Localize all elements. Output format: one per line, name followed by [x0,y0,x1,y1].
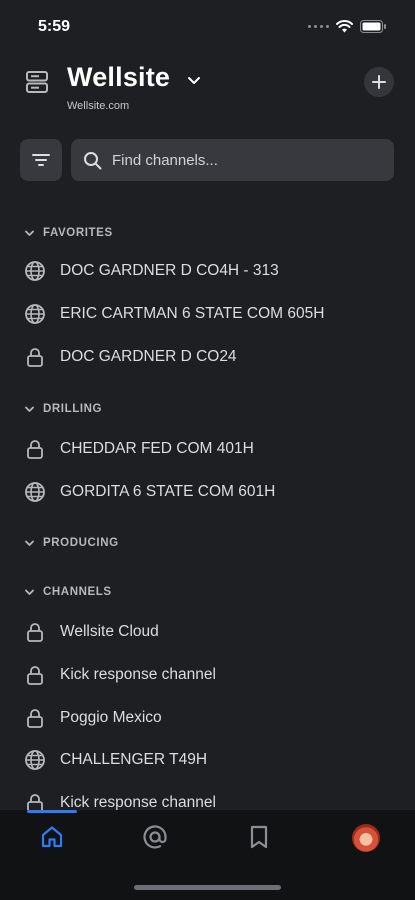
lock-icon [24,792,46,810]
filter-icon [32,154,50,166]
channel-list[interactable]: FAVORITES DOC GARDNER D CO4H - 313 ERIC … [0,205,415,810]
channel-item[interactable]: CHEDDAR FED COM 401H [0,429,415,469]
home-indicator [134,885,281,890]
lock-icon [24,438,46,460]
chevron-down-icon[interactable] [186,72,202,88]
section-header-channels[interactable]: CHANNELS [0,580,415,604]
channel-item[interactable]: DOC GARDNER D CO4H - 313 [0,251,415,291]
channel-label: Poggio Mexico [60,709,162,726]
status-bar: 5:59 [0,0,415,52]
server-icon[interactable] [25,70,49,94]
globe-icon [24,749,46,771]
search-placeholder: Find channels... [112,151,218,169]
lock-icon [24,707,46,729]
section-label: PRODUCING [43,537,119,549]
channel-item[interactable]: CHALLENGER T49H [0,740,415,780]
add-button[interactable] [364,67,394,97]
channel-item[interactable]: Wellsite Cloud [0,612,415,652]
chevron-down-icon [25,540,34,546]
section-header-producing[interactable]: PRODUCING [0,531,415,555]
section-label: DRILLING [43,403,103,415]
globe-icon [24,481,46,503]
channel-label: ERIC CARTMAN 6 STATE COM 605H [60,305,325,322]
search-input[interactable]: Find channels... [71,139,394,181]
channel-label: Kick response channel [60,794,216,810]
channel-label: DOC GARDNER D CO4H - 313 [60,262,279,279]
channel-label: GORDITA 6 STATE COM 601H [60,483,276,500]
tab-mentions[interactable] [140,822,170,852]
active-tab-indicator [27,810,77,813]
team-url: Wellsite.com [67,100,130,112]
status-indicators [308,19,387,33]
section-label: CHANNELS [43,586,112,598]
lock-icon [24,346,46,368]
section-label: FAVORITES [43,227,113,239]
saved-icon [250,825,268,849]
chevron-down-icon [25,230,34,236]
channel-label: Wellsite Cloud [60,623,159,640]
channel-item[interactable]: DOC GARDNER D CO24 [0,337,415,377]
channel-item[interactable]: Poggio Mexico [0,698,415,738]
section-header-drilling[interactable]: DRILLING [0,397,415,421]
globe-icon [24,260,46,282]
wifi-icon [336,19,353,32]
tab-home[interactable] [37,822,67,852]
chevron-down-icon [25,406,34,412]
lock-icon [24,621,46,643]
plus-icon [372,75,386,89]
home-icon [41,826,63,848]
section-header-favorites[interactable]: FAVORITES [0,221,415,245]
channel-item[interactable]: ERIC CARTMAN 6 STATE COM 605H [0,294,415,334]
lock-icon [24,664,46,686]
channel-label: Kick response channel [60,666,216,683]
globe-icon [24,303,46,325]
channel-label: CHEDDAR FED COM 401H [60,440,254,457]
channel-item[interactable]: GORDITA 6 STATE COM 601H [0,472,415,512]
filter-button[interactable] [20,139,62,181]
team-header: Wellsite Wellsite.com [0,60,415,120]
team-name[interactable]: Wellsite [67,62,170,93]
channel-item[interactable]: Kick response channel [0,783,415,810]
mentions-icon [143,825,167,849]
tab-saved[interactable] [244,822,274,852]
channel-item[interactable]: Kick response channel [0,655,415,695]
battery-icon [360,19,386,33]
chevron-down-icon [25,589,34,595]
account-avatar[interactable] [352,824,380,852]
search-icon [84,151,102,169]
channel-label: DOC GARDNER D CO24 [60,348,237,365]
channel-label: CHALLENGER T49H [60,751,208,768]
cellular-signal-icon [308,24,329,28]
status-time: 5:59 [38,18,71,35]
